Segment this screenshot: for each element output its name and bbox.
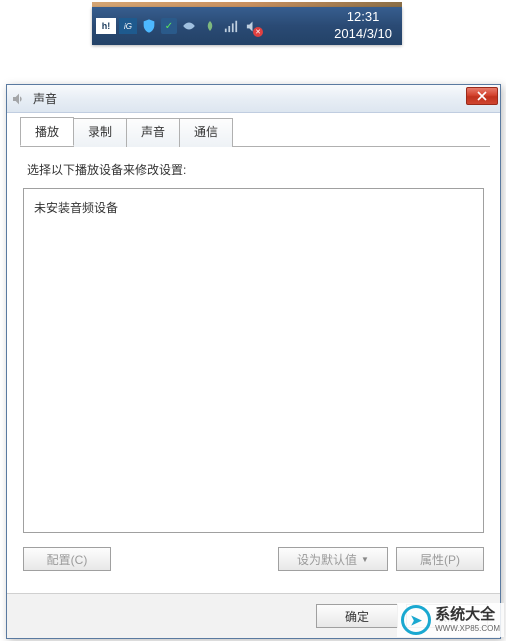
tab-strip: 播放 录制 声音 通信 [20,117,490,147]
volume-muted-icon[interactable]: ✕ [243,17,261,35]
watermark-logo-icon: ➤ [401,605,431,635]
tray-app-icon[interactable]: h! [96,18,116,34]
set-default-button: 设为默认值 ▼ [278,547,388,571]
set-default-label: 设为默认值 [297,551,357,568]
speaker-icon [11,91,27,107]
system-tray: h! iG ✓ ✕ [96,17,261,35]
tab-recording[interactable]: 录制 [73,118,127,147]
tray-app-icon[interactable]: iG [119,18,137,34]
button-row: 配置(C) 设为默认值 ▼ 属性(P) [23,547,484,571]
tab-sounds[interactable]: 声音 [126,118,180,147]
instruction-text: 选择以下播放设备来修改设置: [27,161,484,178]
tab-playback[interactable]: 播放 [20,117,74,146]
tab-content: 选择以下播放设备来修改设置: 未安装音频设备 配置(C) 设为默认值 ▼ 属性(… [17,147,490,577]
watermark-text: 系统大全 [435,606,495,623]
properties-button: 属性(P) [396,547,484,571]
sound-dialog: 声音 播放 录制 声音 通信 选择以下播放设备来修改设置: 未安装音频设备 配置… [6,84,501,639]
taskbar-clock[interactable]: 12:31 2014/3/10 [334,9,398,43]
configure-button: 配置(C) [23,547,111,571]
mute-badge-icon: ✕ [253,27,263,37]
taskbar: h! iG ✓ ✕ 12:31 2014/3/10 [92,7,402,45]
dialog-title: 声音 [33,90,57,107]
watermark-url: WWW.XP85.COM [435,624,500,633]
ok-button[interactable]: 确定 [316,604,398,628]
signal-icon[interactable] [222,17,240,35]
tab-communications[interactable]: 通信 [179,118,233,147]
watermark: ➤ 系统大全 WWW.XP85.COM [397,603,504,637]
dialog-body: 播放 录制 声音 通信 选择以下播放设备来修改设置: 未安装音频设备 配置(C)… [7,113,500,587]
titlebar: 声音 [7,85,500,113]
close-button[interactable] [466,87,498,105]
shield-icon[interactable] [140,17,158,35]
network-icon[interactable] [180,17,198,35]
chevron-down-icon: ▼ [361,555,369,564]
empty-message: 未安装音频设备 [34,199,473,216]
device-list[interactable]: 未安装音频设备 [23,188,484,533]
clock-date: 2014/3/10 [334,26,392,43]
check-icon[interactable]: ✓ [161,18,177,34]
clock-time: 12:31 [334,9,392,26]
app-icon[interactable] [201,17,219,35]
